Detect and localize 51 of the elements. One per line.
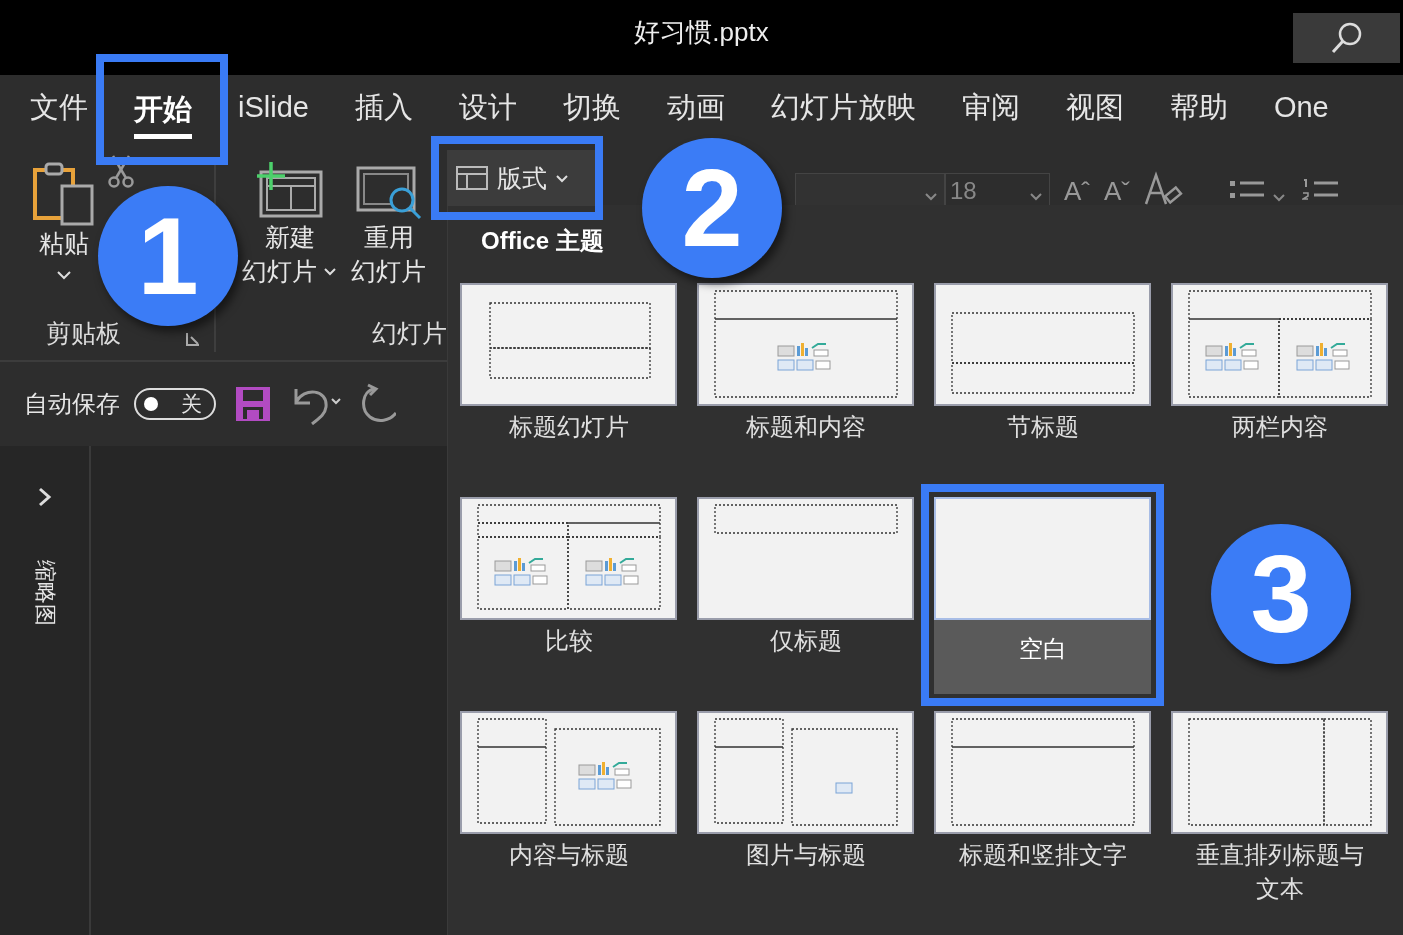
dialog-launcher-icon[interactable] [186,331,200,346]
autosave-label: 自动保存 [24,389,120,419]
layout-option[interactable]: 垂直排列标题与文本 [1171,711,1388,906]
caret-icon [56,270,72,280]
font-size-step-button[interactable]: Aˇ [1104,177,1130,205]
layout-option[interactable]: 两栏内容 [1171,283,1388,444]
ribbon-tab[interactable]: 视图 [1065,81,1124,134]
font-size-step-button[interactable]: Aˆ [1064,177,1090,205]
redo-icon[interactable] [360,383,396,425]
window-title: 好习惯.pptx [634,16,769,49]
expand-chevron-icon[interactable] [36,486,53,508]
search-icon [1329,21,1364,55]
gallery-heading: Office 主题 [481,226,605,256]
layout-button[interactable]: 版式 [447,150,595,206]
caret-icon [1029,192,1043,201]
layout-option[interactable]: 标题和内容 [697,283,914,444]
ribbon-tab[interactable]: 审阅 [961,81,1020,134]
layout-option[interactable]: 内容与标题 [460,711,677,872]
paste-button[interactable]: 粘贴 [32,160,96,280]
clipboard-icon [32,160,96,226]
layout-option[interactable]: 空白 [934,497,1151,694]
caret-icon [323,266,337,276]
ribbon-tab[interactable]: 动画 [666,81,725,134]
thumbnail-pane-label[interactable]: 缩略图 [29,560,60,626]
new-slide-icon [254,160,325,220]
layout-option[interactable]: 比较 [460,497,677,658]
ribbon-tab[interactable]: iSlide [238,85,309,130]
ribbon-tab[interactable]: 帮助 [1169,81,1228,134]
scissors-icon[interactable] [108,154,134,188]
caret-icon [555,173,569,183]
ribbon-tab[interactable]: 文件 [30,81,88,134]
layout-option[interactable]: 标题和竖排文字 [934,711,1151,872]
ribbon-tab[interactable]: 切换 [562,81,621,134]
group-label: 幻灯片 [372,318,447,349]
ribbon-tab[interactable]: One [1273,85,1329,130]
search-button[interactable] [1293,13,1400,63]
layout-option[interactable]: 仅标题 [697,497,914,658]
layout-icon [455,165,489,191]
ribbon-tab[interactable]: 插入 [354,81,413,134]
caret-icon [924,192,938,201]
layout-option[interactable]: 标题幻灯片 [460,283,677,444]
ribbon-tab[interactable]: 幻灯片放映 [770,81,916,134]
layout-option[interactable]: 图片与标题 [697,711,914,872]
new-slide-button[interactable]: 新建 幻灯片 [242,160,337,288]
save-icon[interactable] [234,385,272,423]
ribbon-tab[interactable]: 设计 [458,81,517,134]
autosave-toggle[interactable]: 关 [134,388,216,420]
layout-option[interactable]: 节标题 [934,283,1151,444]
reuse-slides-button[interactable]: 重用 幻灯片 [351,160,426,288]
font-name-field[interactable] [795,173,945,205]
clear-formatting-icon[interactable] [1144,171,1184,205]
